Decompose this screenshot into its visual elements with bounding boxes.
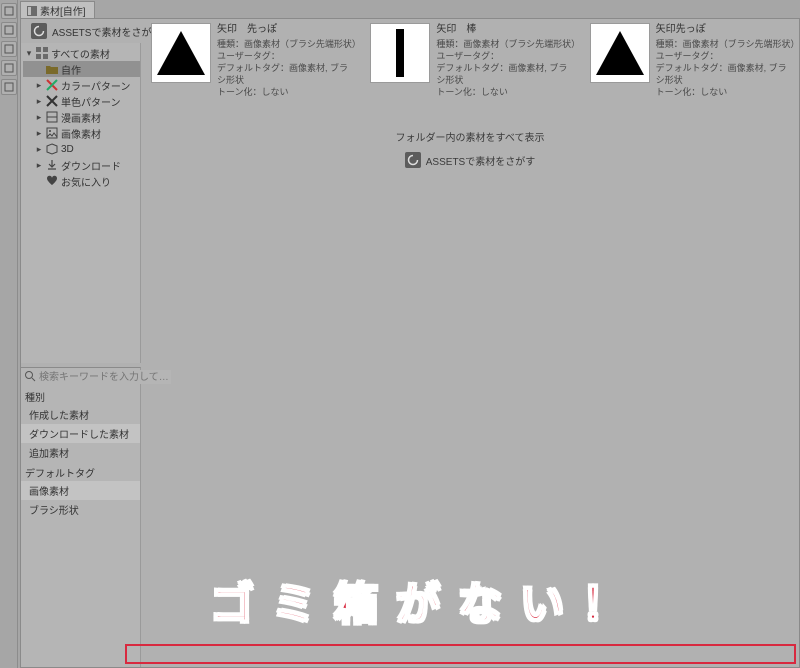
material-item[interactable]: 矢印 棒 種類：画像素材（ブラシ先端形状） ユーザータグ： デフォルトタグ：画像… [370, 23, 575, 98]
folder-icon [46, 63, 58, 75]
material-meta: 矢印 棒 種類：画像素材（ブラシ先端形状） ユーザータグ： デフォルトタグ：画像… [436, 23, 575, 98]
material-tree: ▾ すべての素材 自作 ▸ カラーパターン ▸ 単色パタ [21, 43, 140, 189]
material-usertag: ユーザータグ： [436, 50, 575, 62]
filter-tag-brush[interactable]: ブラシ形状 [21, 500, 140, 519]
material-thumb [590, 23, 650, 83]
tree-root-all[interactable]: ▾ すべての素材 [23, 45, 140, 61]
assets-link[interactable]: ASSETSで素材をさがす [405, 152, 535, 168]
chevron-right-icon: ▸ [35, 160, 43, 171]
sidebar-item-download[interactable]: ▸ ダウンロード [23, 157, 140, 173]
chevron-down-icon: ▾ [25, 48, 33, 59]
sidebar-item-label: お気に入り [61, 174, 111, 189]
sidebar-item-image[interactable]: ▸ 画像素材 [23, 125, 140, 141]
tool-button-1[interactable] [1, 3, 17, 19]
sidebar-item-label: ダウンロード [61, 158, 121, 173]
filter-kind-downloaded[interactable]: ダウンロードした素材 [21, 424, 140, 443]
search-icon [24, 370, 36, 385]
material-item[interactable]: 矢印先っぽ 種類：画像素材（ブラシ先端形状） ユーザータグ： デフォルトタグ：画… [590, 23, 795, 98]
sidebar-item-label: 3D [61, 144, 74, 155]
tool-button-4[interactable] [1, 60, 17, 76]
sidebar-item-favorite[interactable]: お気に入り [23, 173, 140, 189]
manga-icon [46, 111, 58, 123]
sidebar-item-monopattern[interactable]: ▸ 単色パターン [23, 93, 140, 109]
sidebar: ▾ すべての素材 自作 ▸ カラーパターン ▸ 単色パタ [21, 43, 141, 363]
material-kind: 種類：画像素材（ブラシ先端形状） [656, 38, 795, 50]
material-tone: トーン化：しない [217, 86, 356, 98]
sidebar-item-label: 単色パターン [61, 94, 121, 109]
material-usertag: ユーザータグ： [217, 50, 356, 62]
material-deftag: デフォルトタグ：画像素材, ブラシ形状 [436, 62, 575, 86]
material-kind: 種類：画像素材（ブラシ先端形状） [436, 38, 575, 50]
tool-button-2[interactable] [1, 22, 17, 38]
material-item[interactable]: 矢印 先っぽ 種類：画像素材（ブラシ先端形状） ユーザータグ： デフォルトタグ：… [151, 23, 356, 98]
heart-icon [46, 175, 58, 187]
assets-swirl-icon [31, 23, 47, 39]
filter-tag-image[interactable]: 画像素材 [21, 481, 140, 500]
mid-links: フォルダー内の素材をすべて表示 ASSETSで素材をさがす [141, 129, 799, 168]
image-icon [46, 127, 58, 139]
assets-swirl-icon [405, 152, 421, 168]
sidebar-item-label: 画像素材 [61, 126, 101, 141]
download-icon [46, 159, 58, 171]
tool-button-5[interactable] [1, 79, 17, 95]
filter-panel: 種別 作成した素材 ダウンロードした素材 追加素材 デフォルトタグ 画像素材 ブ… [21, 367, 141, 667]
material-name: 矢印 先っぽ [217, 23, 356, 37]
material-meta: 矢印先っぽ 種類：画像素材（ブラシ先端形状） ユーザータグ： デフォルトタグ：画… [656, 23, 795, 98]
chevron-right-icon: ▸ [35, 144, 43, 155]
sidebar-item-3d[interactable]: ▸ 3D [23, 141, 140, 157]
material-name: 矢印 棒 [436, 23, 575, 37]
assets-link-label: ASSETSで素材をさがす [426, 153, 535, 168]
x-color-icon [46, 79, 58, 91]
filter-tag-head: デフォルトタグ [21, 462, 140, 481]
material-thumb [370, 23, 430, 83]
sidebar-item-label: 漫画素材 [61, 110, 101, 125]
filter-kind-created[interactable]: 作成した素材 [21, 405, 140, 424]
material-usertag: ユーザータグ： [656, 50, 795, 62]
tab-bar: 素材[自作] [20, 0, 95, 18]
material-tone: トーン化：しない [436, 86, 575, 98]
tool-button-3[interactable] [1, 41, 17, 57]
search-row [21, 368, 140, 386]
chevron-right-icon: ▸ [35, 96, 43, 107]
chevron-right-icon: ▸ [35, 112, 43, 123]
material-name: 矢印先っぽ [656, 23, 795, 37]
sidebar-item-label: カラーパターン [61, 78, 130, 93]
chevron-right-icon: ▸ [35, 128, 43, 139]
annotation-text: ゴミ箱がない！ [210, 568, 644, 632]
material-kind: 種類：画像素材（ブラシ先端形状） [217, 38, 356, 50]
tree-root-label: すべての素材 [51, 46, 110, 61]
x-mono-icon [46, 95, 58, 107]
grid-icon [36, 47, 48, 59]
show-all-link[interactable]: フォルダー内の素材をすべて表示 [396, 129, 545, 144]
annotation-highlight-box [125, 644, 796, 664]
sidebar-item-colorpattern[interactable]: ▸ カラーパターン [23, 77, 140, 93]
sidebar-item-label: 自作 [61, 62, 81, 77]
cube-icon [46, 143, 58, 155]
sidebar-item-manga[interactable]: ▸ 漫画素材 [23, 109, 140, 125]
material-tone: トーン化：しない [656, 86, 795, 98]
chevron-right-icon: ▸ [35, 80, 43, 91]
sidebar-item-self[interactable]: 自作 [23, 61, 140, 77]
material-deftag: デフォルトタグ：画像素材, ブラシ形状 [656, 62, 795, 86]
filter-kind-head: 種別 [21, 386, 140, 405]
material-deftag: デフォルトタグ：画像素材, ブラシ形状 [217, 62, 356, 86]
panel-icon [27, 6, 37, 16]
material-thumb [151, 23, 211, 83]
tab-label: 素材[自作] [40, 3, 86, 18]
left-tool-strip [0, 0, 18, 668]
filter-kind-added[interactable]: 追加素材 [21, 443, 140, 462]
material-row: 矢印 先っぽ 種類：画像素材（ブラシ先端形状） ユーザータグ： デフォルトタグ：… [151, 23, 795, 98]
tab-materials[interactable]: 素材[自作] [20, 1, 95, 18]
material-meta: 矢印 先っぽ 種類：画像素材（ブラシ先端形状） ユーザータグ： デフォルトタグ：… [217, 23, 356, 98]
show-all-label: フォルダー内の素材をすべて表示 [396, 129, 545, 144]
